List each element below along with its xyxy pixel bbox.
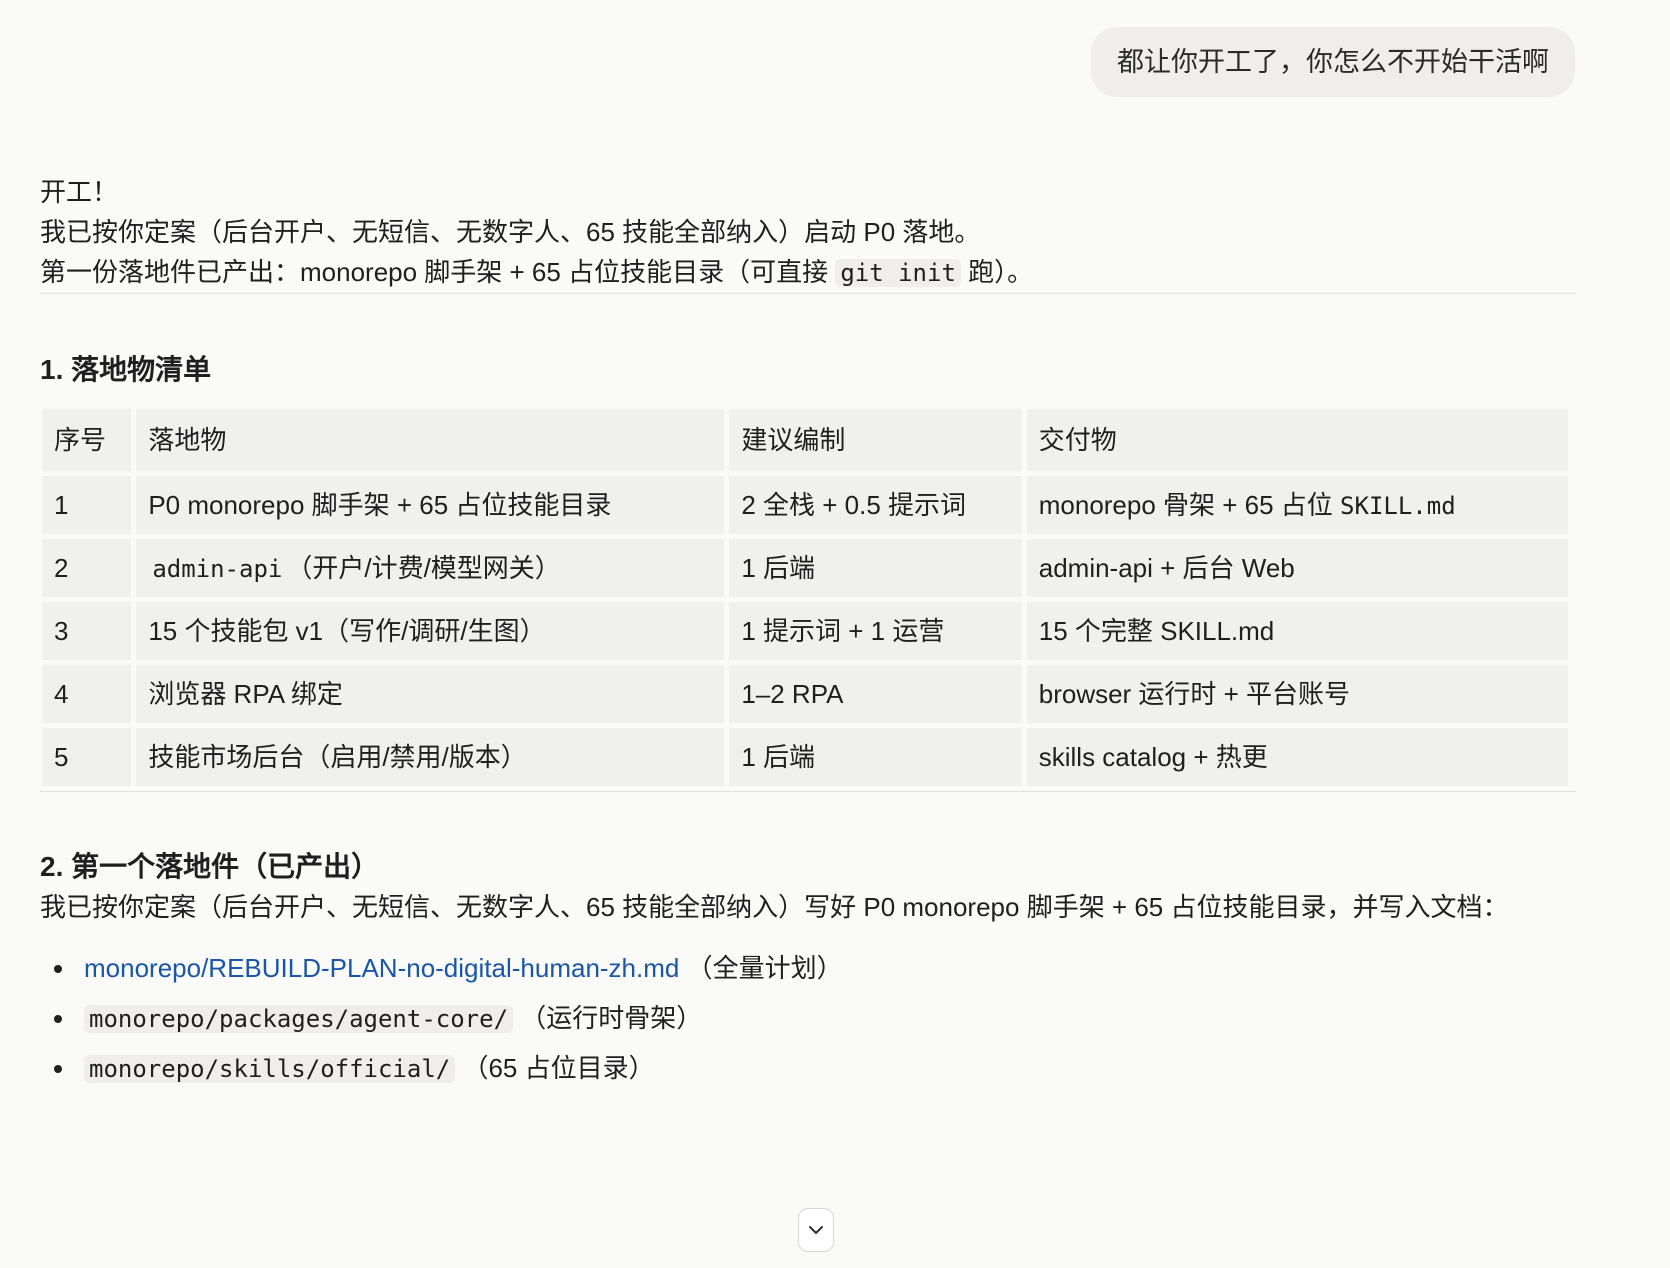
cell-staff: 1–2 RPA bbox=[729, 665, 1022, 723]
table-header-cell: 交付物 bbox=[1026, 409, 1568, 471]
list-item: monorepo/packages/agent-core/ （运行时骨架） bbox=[40, 993, 1576, 1043]
cell-no: 4 bbox=[42, 665, 132, 723]
file-path-code: monorepo/packages/agent-core/ bbox=[84, 1005, 514, 1033]
table-header-cell: 落地物 bbox=[136, 409, 725, 471]
cell-no: 5 bbox=[42, 728, 132, 786]
cell-staff: 1 后端 bbox=[729, 539, 1022, 597]
cell-item: P0 monorepo 脚手架 + 65 占位技能目录 bbox=[136, 476, 725, 534]
section-2-description: 我已按你定案（后台开户、无短信、无数字人、65 技能全部纳入）写好 P0 mon… bbox=[40, 892, 1509, 922]
inline-code-git-init: git init bbox=[835, 259, 961, 287]
section-2-heading: 2. 第一个落地件（已产出） bbox=[40, 851, 380, 882]
table-header-cell: 序号 bbox=[42, 409, 132, 471]
reply-intro-line-1: 开工！ bbox=[40, 177, 119, 207]
bottom-fade-overlay bbox=[0, 1140, 1670, 1268]
inline-code: admin-api bbox=[152, 554, 283, 583]
section-1-heading: 1. 落地物清单 bbox=[40, 354, 212, 385]
cell-deliverable: browser 运行时 + 平台账号 bbox=[1026, 665, 1568, 723]
deliverables-table: 序号 落地物 建议编制 交付物 1 P0 monorepo 脚手架 + 65 占… bbox=[37, 404, 1573, 791]
intro-line-3-suffix: 跑）。 bbox=[960, 257, 1034, 287]
list-item: monorepo/REBUILD-PLAN-no-digital-human-z… bbox=[40, 943, 1576, 993]
bullet-dot bbox=[54, 965, 62, 973]
user-message-text: 都让你开工了，你怎么不开始干活啊 bbox=[1117, 47, 1549, 77]
reply-intro-line-3: 第一份落地件已产出：monorepo 脚手架 + 65 占位技能目录（可直接 g… bbox=[40, 252, 1576, 293]
section-divider bbox=[40, 791, 1576, 792]
cell-item: 15 个技能包 v1（写作/调研/生图） bbox=[136, 602, 725, 660]
cell-deliverable: admin-api + 后台 Web bbox=[1026, 539, 1568, 597]
file-list: monorepo/REBUILD-PLAN-no-digital-human-z… bbox=[40, 943, 1576, 1093]
table-row: 3 15 个技能包 v1（写作/调研/生图） 1 提示词 + 1 运营 15 个… bbox=[42, 602, 1568, 660]
table-row: 1 P0 monorepo 脚手架 + 65 占位技能目录 2 全栈 + 0.5… bbox=[42, 476, 1568, 534]
cell-deliverable: 15 个完整 SKILL.md bbox=[1026, 602, 1568, 660]
cell-no: 1 bbox=[42, 476, 132, 534]
assistant-reply: 开工！ 我已按你定案（后台开户、无短信、无数字人、65 技能全部纳入）启动 P0… bbox=[40, 172, 1576, 1093]
inline-code: SKILL.md bbox=[1340, 491, 1456, 520]
file-note: （运行时骨架） bbox=[520, 1003, 703, 1033]
chevron-down-icon bbox=[809, 1226, 823, 1234]
cell-staff: 2 全栈 + 0.5 提示词 bbox=[729, 476, 1022, 534]
table-row: 5 技能市场后台（启用/禁用/版本） 1 后端 skills catalog +… bbox=[42, 728, 1568, 786]
cell-item: admin-api （开户/计费/模型网关） bbox=[136, 539, 725, 597]
list-item: monorepo/skills/official/ （65 占位目录） bbox=[40, 1043, 1576, 1093]
scroll-to-bottom-button[interactable] bbox=[798, 1208, 834, 1252]
reply-intro-line-2: 我已按你定案（后台开户、无短信、无数字人、65 技能全部纳入）启动 P0 落地。 bbox=[40, 217, 981, 247]
bullet-dot bbox=[54, 1065, 62, 1073]
table-header-cell: 建议编制 bbox=[729, 409, 1022, 471]
file-path-code: monorepo/skills/official/ bbox=[84, 1055, 456, 1083]
section-divider bbox=[40, 293, 1576, 294]
file-link-rebuild-plan[interactable]: monorepo/REBUILD-PLAN-no-digital-human-z… bbox=[84, 953, 679, 983]
intro-line-3-prefix: 第一份落地件已产出：monorepo 脚手架 + 65 占位技能目录（可直接 bbox=[40, 257, 836, 287]
cell-deliverable: skills catalog + 热更 bbox=[1026, 728, 1568, 786]
table-row: 4 浏览器 RPA 绑定 1–2 RPA browser 运行时 + 平台账号 bbox=[42, 665, 1568, 723]
chat-transcript: 都让你开工了，你怎么不开始干活啊 开工！ 我已按你定案（后台开户、无短信、无数字… bbox=[0, 0, 1670, 1268]
cell-item: 技能市场后台（启用/禁用/版本） bbox=[136, 728, 725, 786]
cell-no: 3 bbox=[42, 602, 132, 660]
cell-no: 2 bbox=[42, 539, 132, 597]
user-message-bubble: 都让你开工了，你怎么不开始干活啊 bbox=[1091, 27, 1575, 97]
bullet-dot bbox=[54, 1015, 62, 1023]
cell-item: 浏览器 RPA 绑定 bbox=[136, 665, 725, 723]
file-note: （全量计划） bbox=[686, 953, 843, 983]
cell-staff: 1 提示词 + 1 运营 bbox=[729, 602, 1022, 660]
table-row: 2 admin-api （开户/计费/模型网关） 1 后端 admin-api +… bbox=[42, 539, 1568, 597]
file-note: （65 占位目录） bbox=[462, 1053, 655, 1083]
cell-staff: 1 后端 bbox=[729, 728, 1022, 786]
table-header-row: 序号 落地物 建议编制 交付物 bbox=[42, 409, 1568, 471]
cell-deliverable: monorepo 骨架 + 65 占位 SKILL.md bbox=[1026, 476, 1568, 534]
